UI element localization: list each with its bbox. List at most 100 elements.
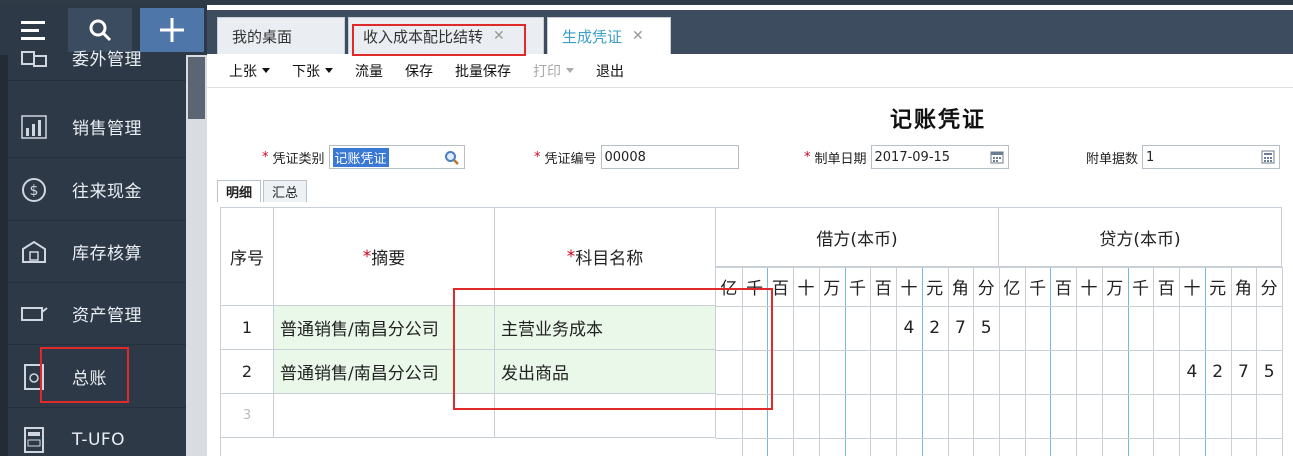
voucher-number-input[interactable]: 00008: [600, 145, 739, 169]
print-button[interactable]: 打印: [533, 61, 574, 81]
row-1-debit-digit[interactable]: 2: [922, 306, 948, 350]
attachments-value: 1: [1146, 149, 1155, 165]
highlight-box-ledger: [40, 347, 129, 403]
debit-digit-divider: [793, 267, 795, 456]
sidebar-item-label: T-UFO: [72, 430, 126, 450]
svg-text:$: $: [30, 183, 39, 199]
row-1-seq[interactable]: 1: [221, 306, 274, 350]
row-2-seq[interactable]: 2: [221, 350, 274, 394]
debit-unit-header: 千: [848, 279, 866, 299]
sidebar-scrollbar-thumb[interactable]: [188, 57, 205, 119]
sidebar-item-sales[interactable]: 销售管理: [8, 96, 186, 158]
sidebar-item-label: 往来现金: [72, 182, 142, 202]
row-2-credit-digit[interactable]: 7: [1231, 350, 1257, 394]
debit-unit-header: 百: [874, 279, 892, 299]
voucher-date-label: 制单日期: [814, 151, 867, 167]
row-3-seq[interactable]: 3: [221, 394, 274, 438]
header-summary-label: 摘要: [371, 249, 406, 269]
credit-header-divider: [999, 267, 1282, 268]
sidebar-item-outsourcing[interactable]: 委外管理: [8, 35, 186, 81]
sidebar-item-label: 委外管理: [72, 50, 142, 70]
row-1-debit-digit[interactable]: 7: [948, 306, 974, 350]
required-mark: *: [362, 246, 372, 267]
credit-unit-header: 百: [1054, 279, 1072, 299]
row-1-debit-digit[interactable]: 5: [973, 306, 999, 350]
debit-unit-header: 十: [797, 279, 815, 299]
attachments-label: 附单据数: [1086, 151, 1139, 167]
debit-unit-header: 十: [900, 279, 918, 299]
search-icon[interactable]: [444, 150, 460, 166]
credit-digit-divider: [1127, 267, 1129, 456]
debit-digit-divider: [973, 267, 975, 456]
prev-button[interactable]: 上张: [229, 61, 270, 81]
row-2-credit-digit[interactable]: 4: [1179, 350, 1205, 394]
header-credit: 贷方(本币): [999, 207, 1282, 267]
sidebar-item-assets[interactable]: 资产管理: [8, 283, 186, 345]
header-debit: 借方(本币): [716, 207, 999, 267]
credit-unit-header: 亿: [1003, 279, 1021, 299]
amount-section-border: [1282, 267, 1283, 456]
close-icon[interactable]: ✕: [632, 28, 644, 44]
flow-button[interactable]: 流量: [355, 61, 383, 81]
voucher-title: 记账凭证: [890, 108, 987, 133]
highlight-box-accounts: [453, 288, 773, 410]
credit-unit-header: 十: [1080, 279, 1098, 299]
sidebar-item-cash[interactable]: $ 往来现金: [8, 159, 186, 221]
voucher-date-input[interactable]: 2017-09-15: [870, 145, 1009, 169]
debit-digit-divider: [818, 267, 820, 456]
debit-digit-divider: [896, 267, 898, 456]
voucher-type-label: 凭证类别: [272, 151, 325, 167]
credit-unit-header: 十: [1183, 279, 1201, 299]
chevron-down-icon: [262, 68, 270, 73]
chevron-down-icon: [566, 68, 574, 73]
row-2-credit-digit[interactable]: 5: [1256, 350, 1282, 394]
sidebar-item-inventory[interactable]: 库存核算: [8, 221, 186, 283]
next-button[interactable]: 下张: [292, 61, 333, 81]
row-divider: [716, 394, 1283, 395]
tab-generate-voucher[interactable]: 生成凭证 ✕: [547, 17, 671, 54]
debit-unit-header: 角: [951, 279, 969, 299]
sidebar-edge: [0, 55, 8, 456]
voucher-type-input[interactable]: 记账凭证: [328, 145, 465, 169]
debit-unit-header: 万: [823, 279, 841, 299]
credit-digit-divider: [1101, 267, 1103, 456]
calculator-icon[interactable]: [1261, 150, 1275, 164]
debit-digit-divider: [947, 267, 949, 456]
inventory-icon: [16, 237, 52, 267]
credit-digit-divider: [1153, 267, 1155, 456]
voucher-number-value: 00008: [604, 149, 646, 165]
ufo-report-icon: [16, 425, 52, 455]
row-divider: [716, 306, 1283, 307]
sidebar-item-label: 销售管理: [72, 119, 142, 139]
batch-save-button[interactable]: 批量保存: [455, 61, 511, 81]
credit-unit-header: 分: [1260, 279, 1278, 299]
asset-icon: [16, 299, 52, 329]
calendar-icon[interactable]: [990, 150, 1004, 164]
attachments-field: 附单据数 1: [1086, 144, 1281, 170]
credit-unit-header: 千: [1029, 279, 1047, 299]
next-label: 下张: [292, 63, 320, 80]
highlight-box-tab: [352, 24, 526, 56]
header-seq: 序号: [221, 207, 274, 306]
row-1-debit-digit[interactable]: 4: [896, 306, 922, 350]
prev-label: 上张: [229, 63, 257, 80]
subtab-detail[interactable]: 明细: [217, 180, 262, 202]
credit-digit-divider: [1050, 267, 1052, 456]
row-divider: [716, 438, 1283, 439]
voucher-date-field: * 制单日期 2017-09-15: [804, 144, 1009, 170]
subtab-summary[interactable]: 汇总: [263, 180, 308, 202]
tab-desktop[interactable]: 我的桌面: [217, 17, 345, 54]
row-2-credit-digit[interactable]: 2: [1205, 350, 1231, 394]
credit-unit-header: 百: [1157, 279, 1175, 299]
amount-section-border: [999, 267, 1000, 456]
voucher-type-value: 记账凭证: [332, 147, 389, 167]
exit-button[interactable]: 退出: [596, 61, 624, 81]
debit-unit-header: 元: [926, 279, 944, 299]
credit-unit-header: 角: [1234, 279, 1252, 299]
detail-summary-tabs: 明细 汇总: [217, 180, 309, 202]
attachments-input[interactable]: 1: [1142, 145, 1281, 169]
sidebar-item-t-ufo[interactable]: T-UFO: [8, 409, 186, 471]
cash-icon: $: [16, 175, 52, 205]
save-button[interactable]: 保存: [405, 61, 433, 81]
header-account-label: 科目名称: [575, 249, 644, 269]
